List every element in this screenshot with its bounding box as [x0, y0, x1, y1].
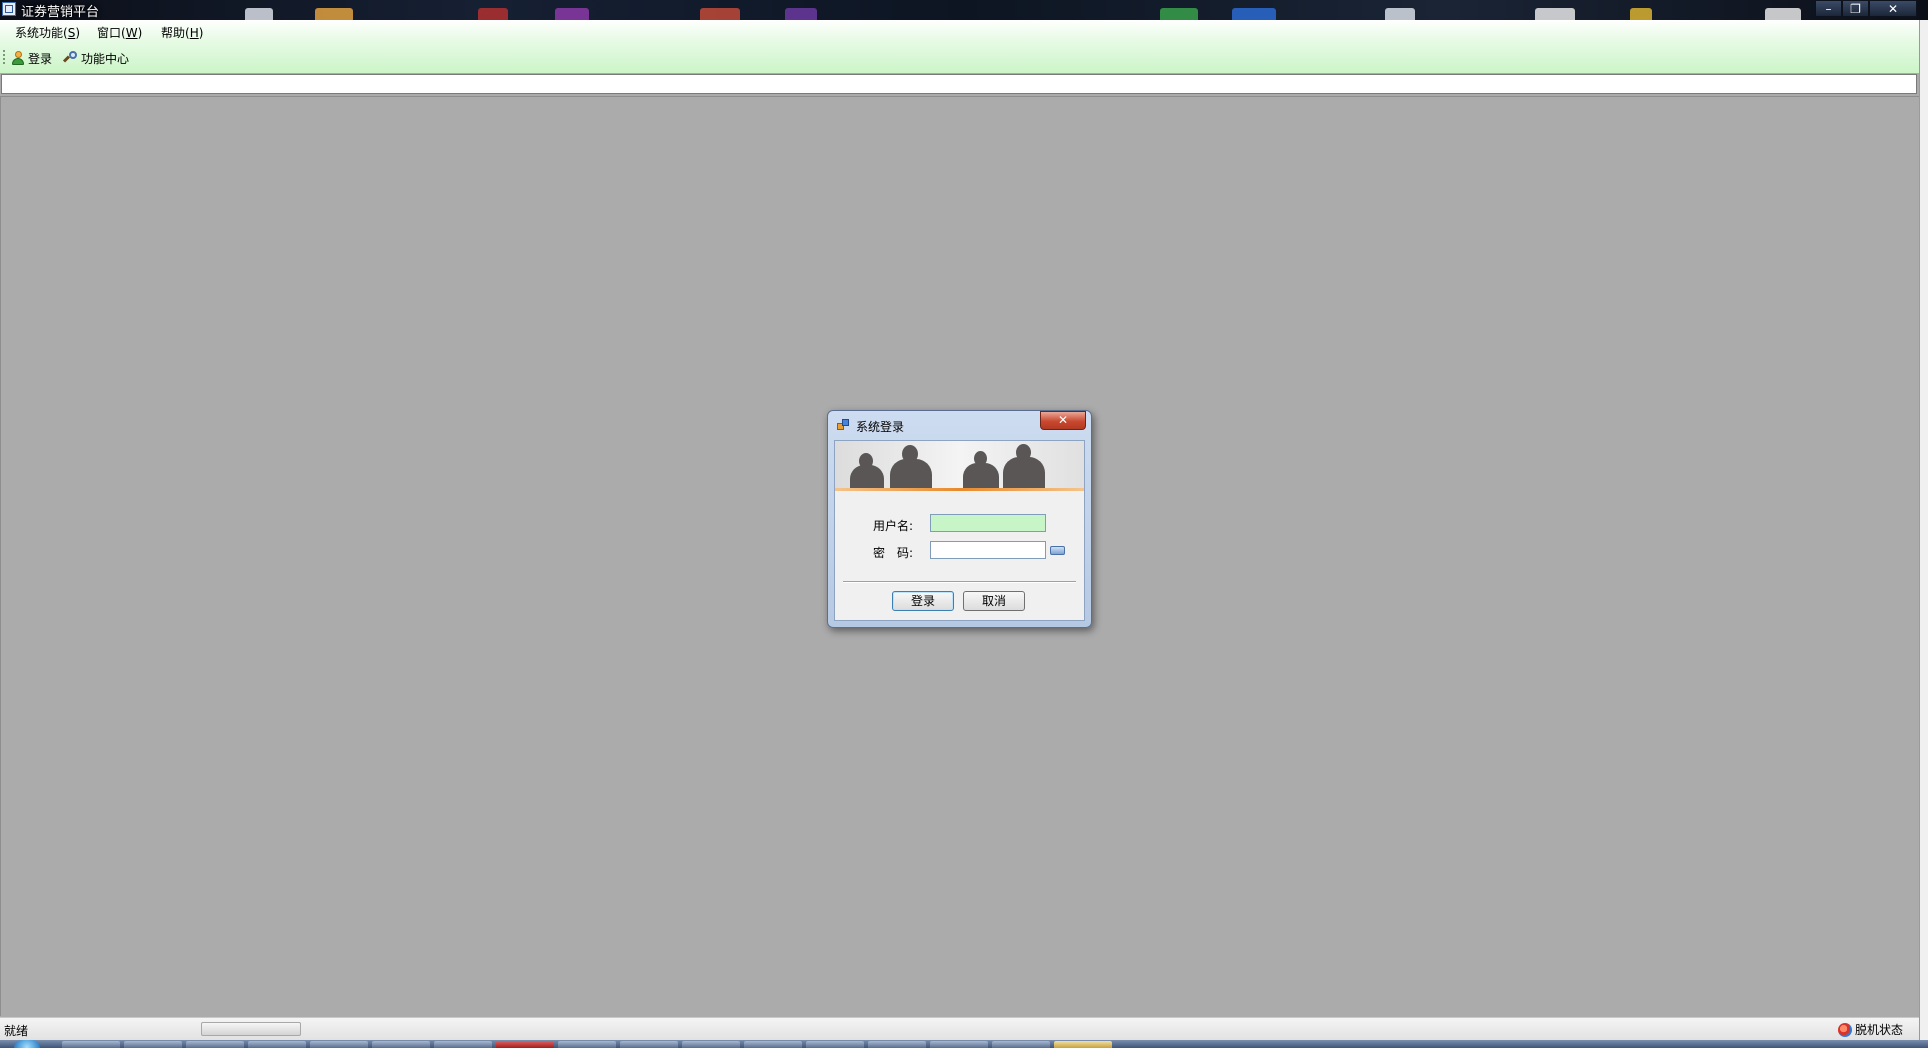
background-decoration [478, 8, 508, 20]
background-decoration [315, 8, 353, 20]
menu-system-functions[interactable]: 系统功能(S) [15, 24, 80, 41]
menu-help[interactable]: 帮助(H) [161, 24, 203, 41]
toolbar-function-center-label: 功能中心 [81, 51, 130, 66]
background-decoration [555, 8, 589, 20]
globe-icon [1837, 1022, 1852, 1037]
dialog-title: 系统登录 [856, 420, 905, 434]
user-icon [11, 51, 25, 65]
taskbar-item[interactable] [372, 1041, 430, 1048]
app-icon[interactable] [2, 2, 16, 16]
address-bar[interactable] [1, 74, 1917, 94]
background-decoration [785, 8, 817, 20]
username-input[interactable] [930, 514, 1046, 532]
taskbar-item[interactable] [992, 1041, 1050, 1048]
soft-keyboard-icon[interactable] [1050, 546, 1065, 555]
connection-status-text: 脱机状态 [1854, 1023, 1903, 1037]
minimize-button[interactable]: – [1815, 0, 1842, 17]
taskbar-item[interactable] [186, 1041, 244, 1048]
os-taskbar [0, 1040, 1928, 1048]
start-button[interactable] [14, 1040, 40, 1048]
toolbar-login-button[interactable]: 登录 [11, 49, 52, 67]
background-decoration [1535, 8, 1575, 20]
background-decoration [1630, 8, 1652, 20]
taskbar-item[interactable] [868, 1041, 926, 1048]
status-text: 就绪 [4, 1024, 29, 1038]
window-title: 证券营销平台 [21, 5, 100, 20]
dialog-separator [843, 581, 1076, 583]
status-progress-bar [201, 1022, 301, 1036]
taskbar-item[interactable] [806, 1041, 864, 1048]
username-label: 用户名: [873, 519, 914, 533]
taskbar-item[interactable] [744, 1041, 802, 1048]
taskbar-item[interactable] [248, 1041, 306, 1048]
taskbar-item[interactable] [496, 1041, 554, 1048]
taskbar-item[interactable] [124, 1041, 182, 1048]
background-decoration [1160, 8, 1198, 20]
dialog-close-button[interactable]: ✕ [1040, 411, 1086, 430]
taskbar-item[interactable] [62, 1041, 120, 1048]
password-label: 密 码: [873, 546, 914, 560]
background-decoration [1765, 8, 1801, 20]
taskbar-item[interactable] [682, 1041, 740, 1048]
taskbar-item[interactable] [558, 1041, 616, 1048]
taskbar-item[interactable] [434, 1041, 492, 1048]
background-decoration [1385, 8, 1415, 20]
dialog-body: 用户名: 密 码: 登录 取消 [834, 440, 1085, 621]
menu-window[interactable]: 窗口(W) [97, 24, 142, 41]
dialog-app-icon [837, 419, 849, 431]
menu-toolbar-band [0, 20, 1919, 73]
background-decoration [700, 8, 740, 20]
restore-button[interactable]: ❐ [1842, 0, 1869, 17]
password-input[interactable] [930, 541, 1046, 559]
connection-status: 脱机状态 [1837, 1021, 1903, 1038]
magnifier-icon [62, 51, 78, 65]
window-right-edge [1919, 20, 1928, 1040]
login-banner-image [835, 441, 1084, 491]
login-dialog: 系统登录 ✕ 用户名: 密 码: 登录 取消 [827, 410, 1092, 628]
window-title-bar: 证券营销平台 – ❐ ✕ [0, 0, 1928, 20]
taskbar-item[interactable] [620, 1041, 678, 1048]
toolbar-grip[interactable] [3, 50, 5, 66]
status-bar: 就绪 脱机状态 [0, 1017, 1919, 1040]
taskbar-item[interactable] [930, 1041, 988, 1048]
login-button[interactable]: 登录 [892, 591, 954, 611]
taskbar-item[interactable] [1054, 1041, 1112, 1048]
cancel-button[interactable]: 取消 [963, 591, 1025, 611]
close-button[interactable]: ✕ [1869, 0, 1917, 17]
toolbar-function-center-button[interactable]: 功能中心 [62, 49, 130, 67]
background-decoration [1232, 8, 1276, 20]
toolbar-login-label: 登录 [28, 51, 53, 66]
background-decoration [245, 8, 273, 20]
taskbar-item[interactable] [310, 1041, 368, 1048]
